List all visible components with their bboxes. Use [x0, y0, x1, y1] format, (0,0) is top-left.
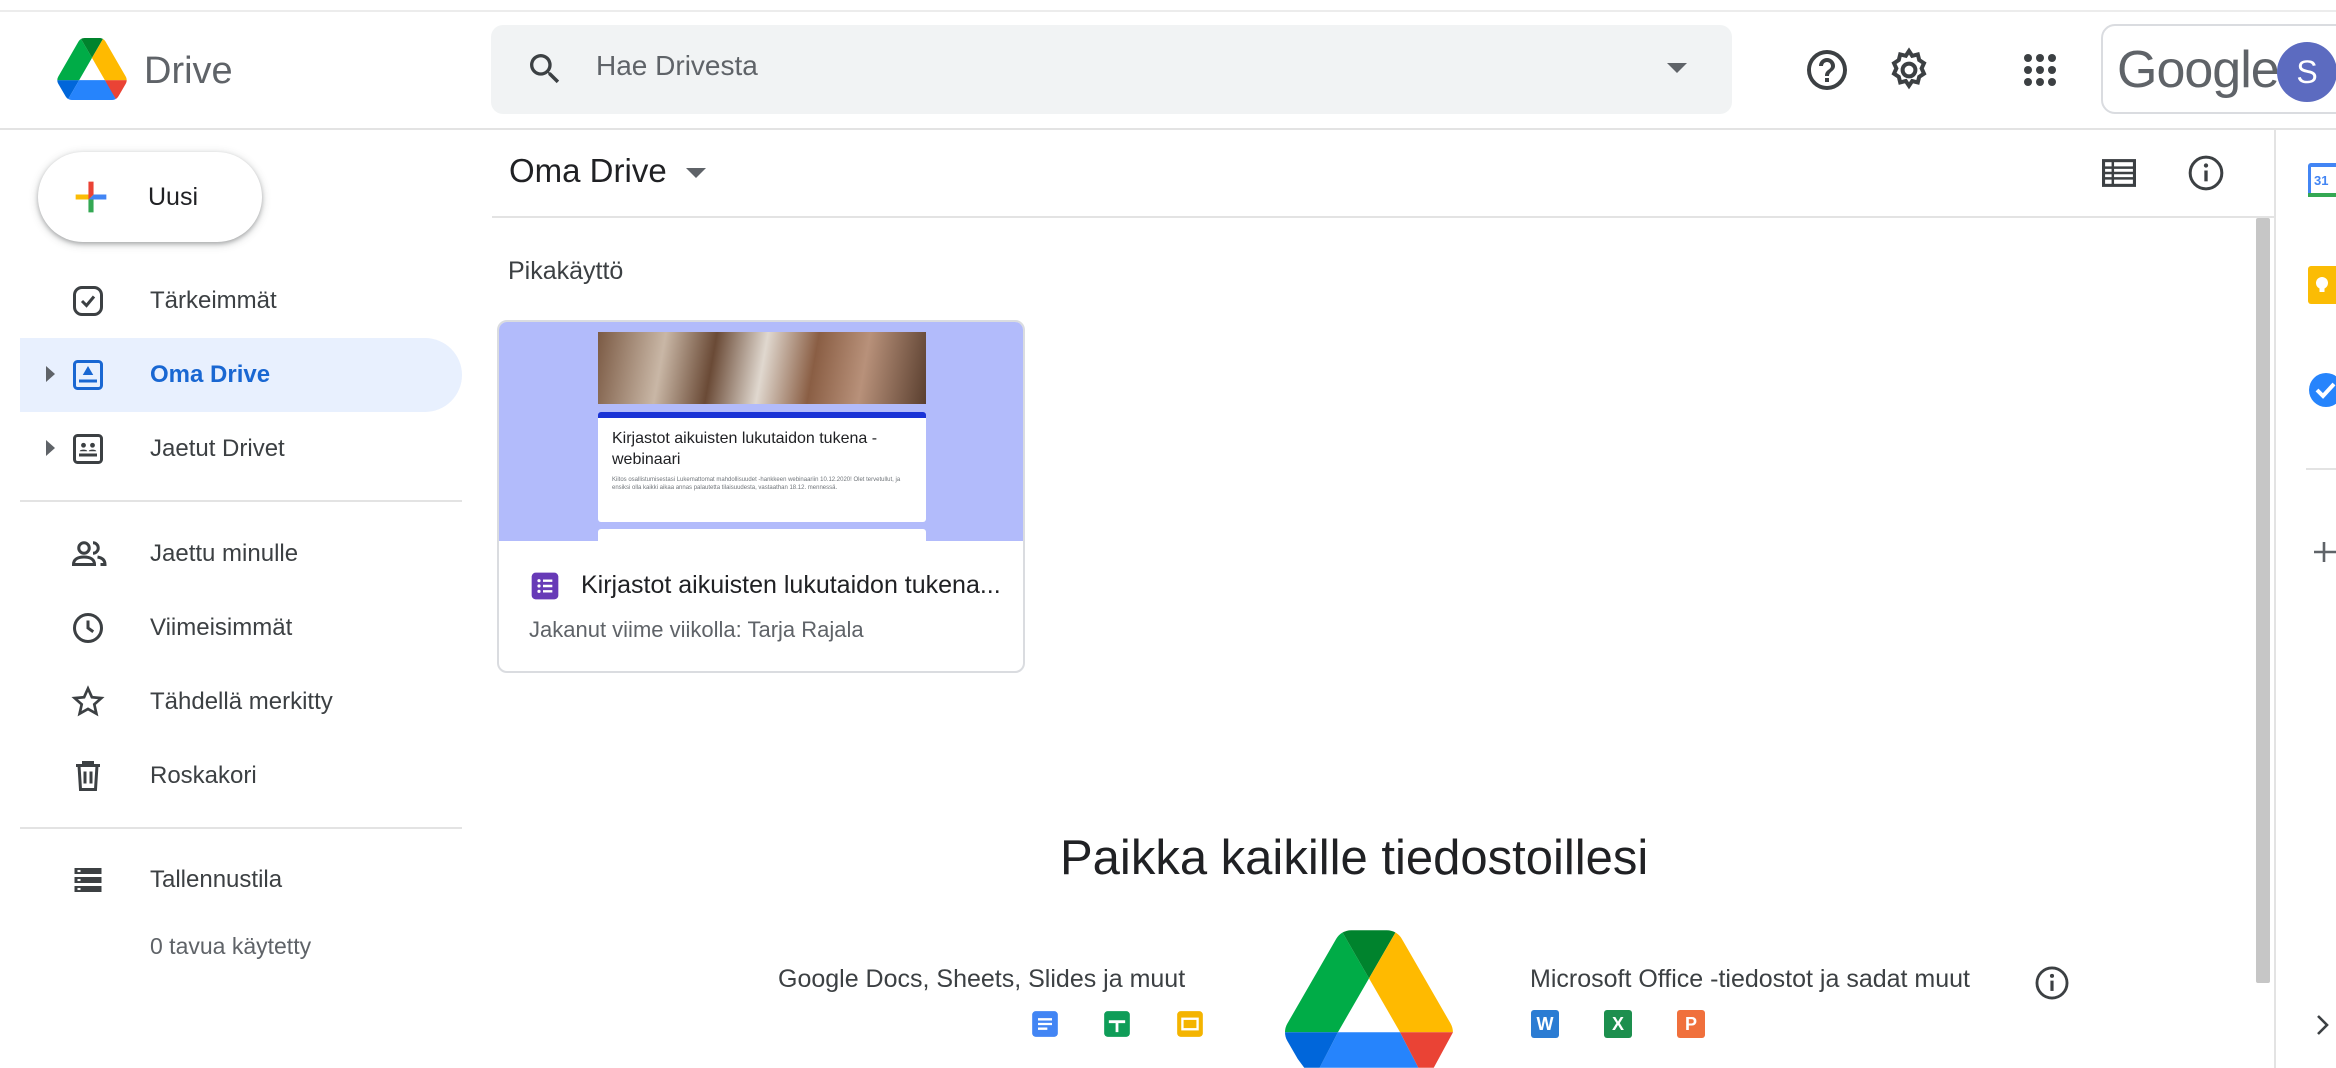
- sidebar-item-recent[interactable]: Viimeisimmät: [20, 591, 462, 665]
- expand-arrow-icon[interactable]: [46, 440, 55, 456]
- sidebar-item-label: Jaetut Drivet: [150, 435, 285, 462]
- powerpoint-icon: P: [1677, 1010, 1705, 1038]
- sidebar-item-my-drive[interactable]: Oma Drive: [20, 338, 462, 412]
- shared-drives-icon: [73, 434, 103, 464]
- storage-icon: [74, 868, 102, 892]
- file-shared-info: Jakanut viime viikolla: Tarja Rajala: [529, 617, 864, 642]
- file-name: Kirjastot aikuisten lukutaidon tukena...: [581, 571, 1001, 599]
- sidebar-item-shared-with-me[interactable]: Jaettu minulle: [20, 517, 462, 591]
- calendar-icon[interactable]: 31: [2308, 163, 2336, 197]
- file-thumbnail: Kirjastot aikuisten lukutaidon tukena - …: [499, 322, 1023, 549]
- storage-usage-text: 0 tavua käytetty: [150, 933, 312, 959]
- thumbnail-photo: [598, 332, 926, 404]
- info-icon[interactable]: [2033, 964, 2071, 1002]
- sidebar-item-label: Roskakori: [150, 762, 257, 789]
- sidebar-item-label: Oma Drive: [150, 361, 271, 388]
- keep-icon[interactable]: [2308, 266, 2336, 304]
- side-panel-border: [2274, 130, 2276, 1068]
- microsoft-office-label: Microsoft Office -tiedostot ja sadat muu…: [1530, 965, 1971, 993]
- tasks-icon[interactable]: [2308, 372, 2336, 408]
- top-bar: Drive Hae Drivesta Google S: [0, 12, 2336, 130]
- clock-icon: [73, 613, 103, 643]
- sidebar-item-storage[interactable]: Tallennustila: [20, 843, 462, 917]
- empty-state-title: Paikka kaikille tiedostoillesi: [1060, 831, 1649, 885]
- thumbnail-form-title: Kirjastot aikuisten lukutaidon tukena - …: [612, 430, 878, 468]
- sidebar-item-label: Viimeisimmät: [150, 614, 293, 641]
- google-account-button[interactable]: Google S: [2101, 24, 2336, 114]
- sidebar-divider: [20, 500, 462, 502]
- new-button[interactable]: Uusi: [38, 152, 262, 242]
- sidebar-item-label: Tärkeimmät: [150, 287, 277, 314]
- google-sheets-icon: [1104, 1011, 1130, 1037]
- search-icon[interactable]: [525, 49, 565, 89]
- sidebar-divider: [20, 827, 462, 829]
- quick-access-title: Pikakäyttö: [508, 257, 624, 285]
- window-top-edge: [0, 0, 2336, 12]
- scrollbar[interactable]: [2256, 218, 2270, 983]
- help-icon[interactable]: [1803, 46, 1851, 94]
- google-docs-icon: [1032, 1011, 1058, 1037]
- priority-icon: [73, 286, 103, 316]
- search-bar[interactable]: Hae Drivesta: [491, 25, 1732, 114]
- excel-icon: X: [1604, 1010, 1632, 1038]
- avatar[interactable]: S: [2277, 42, 2336, 102]
- chevron-down-icon[interactable]: [686, 168, 706, 178]
- sidebar-item-priority[interactable]: Tärkeimmät: [20, 264, 462, 338]
- list-view-icon[interactable]: [2100, 156, 2138, 190]
- sidebar-item-trash[interactable]: Roskakori: [20, 739, 462, 813]
- sidebar-item-label: Tallennustila: [150, 866, 283, 893]
- app-title[interactable]: Drive: [144, 50, 233, 93]
- drive-logo-icon[interactable]: [57, 38, 127, 100]
- thumbnail-form-section: [598, 529, 926, 549]
- add-addon-icon[interactable]: [2312, 538, 2336, 566]
- google-logo: Google: [2117, 41, 2280, 99]
- side-panel-divider: [2306, 468, 2336, 470]
- expand-arrow-icon[interactable]: [46, 366, 55, 382]
- page-title[interactable]: Oma Drive: [509, 152, 667, 190]
- settings-gear-icon[interactable]: [1885, 46, 1933, 94]
- svg-text:31: 31: [2314, 173, 2328, 188]
- thumbnail-form: Kirjastot aikuisten lukutaidon tukena - …: [598, 412, 926, 522]
- plus-icon: [75, 181, 107, 213]
- sidebar-item-label: Jaettu minulle: [150, 540, 299, 567]
- thumbnail-form-description: Kiitos osallistumisestasi Lukemattomat m…: [612, 477, 901, 491]
- drive-logo-icon: [1285, 930, 1453, 1068]
- apps-grid-icon[interactable]: [2016, 46, 2064, 94]
- new-button-label: Uusi: [148, 183, 199, 211]
- sidebar-item-shared-drives[interactable]: Jaetut Drivet: [20, 412, 462, 486]
- my-drive-icon: [73, 360, 103, 390]
- sidebar-item-starred[interactable]: Tähdellä merkitty: [20, 665, 462, 739]
- google-docs-label: Google Docs, Sheets, Slides ja muut: [778, 965, 1186, 993]
- chevron-right-icon[interactable]: [2312, 1010, 2334, 1040]
- google-forms-icon: [531, 572, 559, 600]
- info-icon[interactable]: [2186, 153, 2226, 193]
- trash-icon: [76, 761, 100, 791]
- sidebar-item-label: Tähdellä merkitty: [150, 688, 333, 715]
- word-icon: W: [1531, 1010, 1559, 1038]
- content-divider: [492, 216, 2276, 218]
- google-slides-icon: [1177, 1011, 1203, 1037]
- quick-access-card[interactable]: Kirjastot aikuisten lukutaidon tukena - …: [497, 320, 1025, 673]
- shared-with-me-icon: [71, 541, 107, 566]
- search-input[interactable]: Hae Drivesta: [596, 50, 758, 82]
- search-options-icon[interactable]: [1667, 63, 1687, 73]
- star-icon: [71, 685, 105, 717]
